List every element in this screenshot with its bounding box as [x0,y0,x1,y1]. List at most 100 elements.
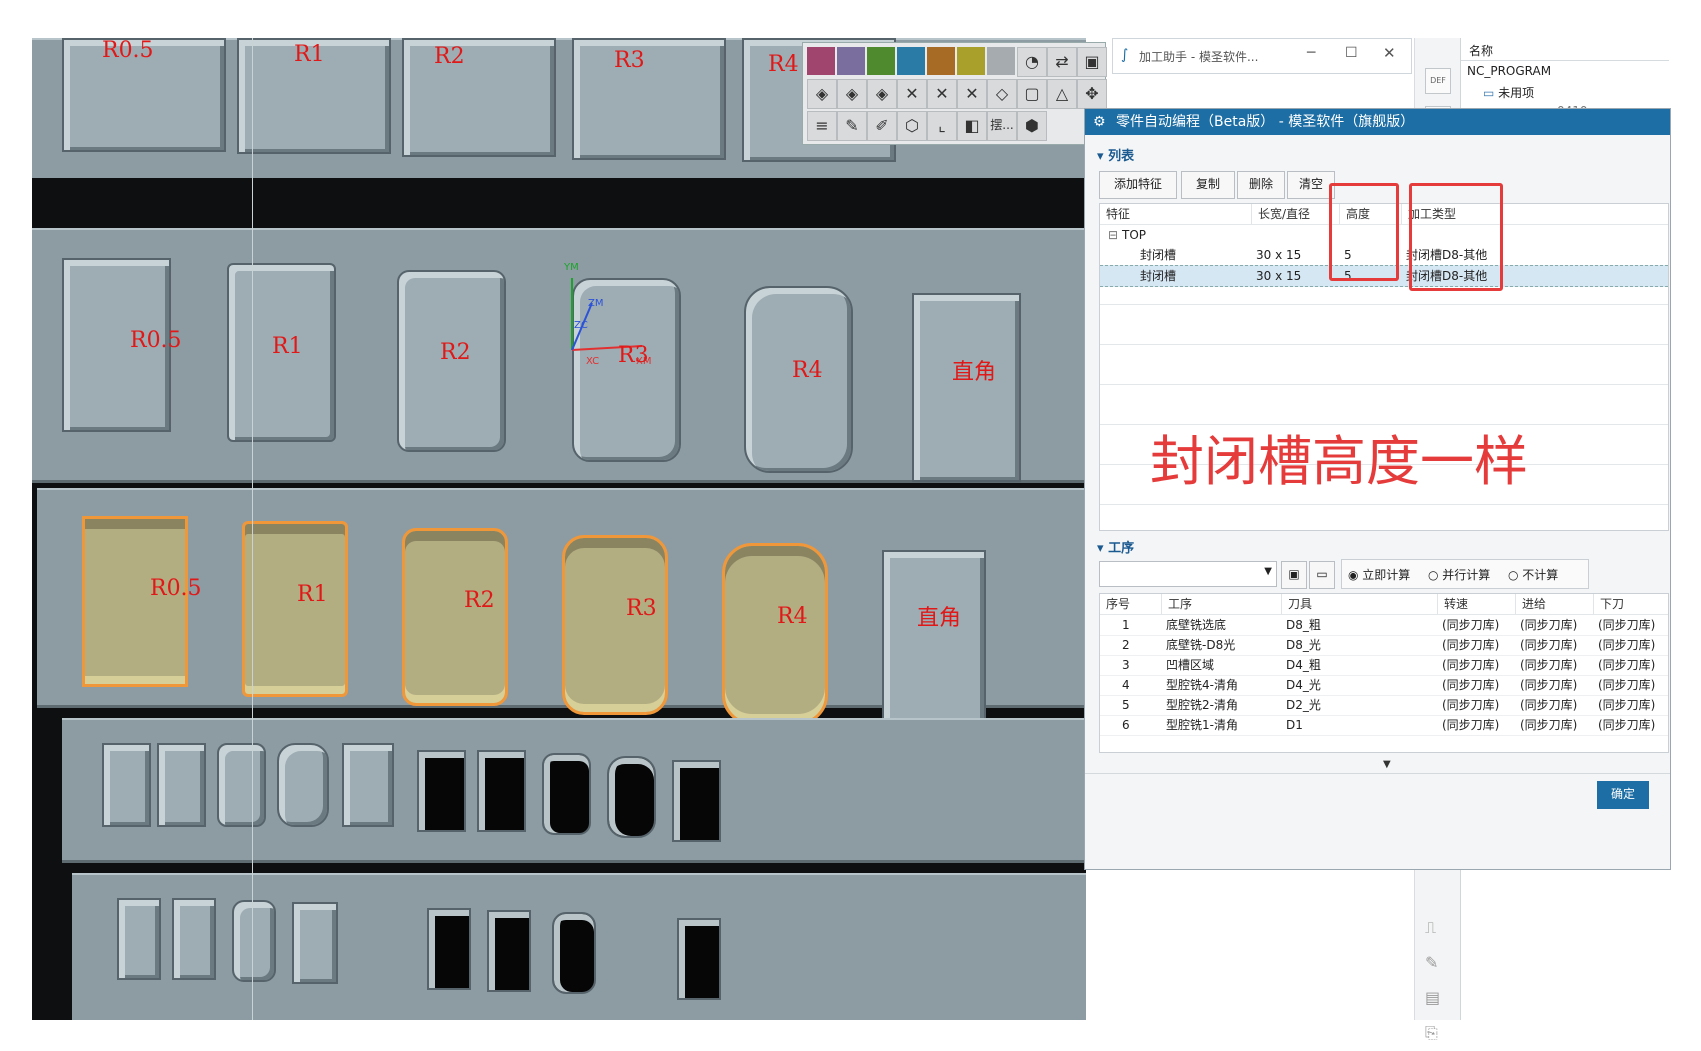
process-row[interactable]: 6 型腔铣1-清角 D1 (同步刀库) (同步刀库) (同步刀库) [1100,715,1668,736]
col-speed[interactable]: 转速 [1438,594,1516,614]
process-row[interactable]: 5 型腔铣2-清角 D2_光 (同步刀库) (同步刀库) (同步刀库) [1100,695,1668,716]
expand-more-icon[interactable]: ▼ [1383,759,1391,770]
layer-icon[interactable]: ◇ [987,79,1017,109]
through-hole-9[interactable] [677,918,721,1000]
corner-icon[interactable]: ⌞ [927,111,957,141]
view-cube-icon-2[interactable]: ◈ [837,79,867,109]
close-icon[interactable]: ✕ [1383,44,1396,62]
color-swatch-7[interactable] [987,47,1015,75]
pocket-r3-top[interactable] [572,38,726,160]
color-swatch-3[interactable] [867,47,895,75]
through-hole-4[interactable] [607,756,656,838]
process-section-header[interactable]: ▾ 工序 [1097,537,1134,556]
col-no[interactable]: 序号 [1100,594,1162,614]
selected-pocket-r2[interactable] [402,528,508,706]
pocket-square-low[interactable] [882,550,986,724]
clear-button[interactable]: 清空 [1287,171,1335,199]
delete-solid-icon[interactable]: ✕ [897,79,927,109]
through-hole-2[interactable] [477,750,526,832]
small-pocket-6[interactable] [117,898,161,980]
pocket-r2-top[interactable] [402,38,556,157]
brush-icon[interactable]: ✐ [867,111,897,141]
color-swatch-5[interactable] [927,47,955,75]
small-pocket-8[interactable] [232,900,276,982]
delete-m5-icon-2[interactable]: ✕ [957,79,987,109]
through-hole-6[interactable] [427,908,471,990]
tree-node-unused[interactable]: ▭ 未用项 [1483,84,1534,101]
col-feature[interactable]: 特征 [1100,204,1252,224]
color-swatch-4[interactable] [897,47,925,75]
small-pocket-7[interactable] [172,898,216,980]
layers-icon[interactable]: ≡ [807,111,837,141]
small-pocket-1[interactable] [102,743,151,827]
ok-button[interactable]: 确定 [1597,781,1649,809]
cad-viewport[interactable]: R0.5 R1 R2 R3 R4 R0.5 R1 R2 R4 直角 YM ZM … [32,38,1086,1020]
selected-pocket-r1[interactable] [242,521,348,697]
camera-icon[interactable]: ▣ [1077,47,1107,77]
col-feed[interactable]: 进给 [1516,594,1594,614]
small-pocket-2[interactable] [157,743,206,827]
col-plunge[interactable]: 下刀 [1594,594,1668,614]
def-icon[interactable]: DEF [1425,68,1451,94]
small-pocket-9[interactable] [292,902,338,984]
edit-icon[interactable]: ✎ [837,111,867,141]
list-section-header[interactable]: ▾ 列表 [1097,145,1134,164]
minimize-icon[interactable]: ─ [1307,45,1315,61]
col-op[interactable]: 工序 [1162,594,1282,614]
label-r05-mid: R0.5 [130,328,182,353]
color-swatch-6[interactable] [957,47,985,75]
small-pocket-5[interactable] [342,743,394,827]
radio-parallel[interactable]: ○ 并行计算 [1428,566,1490,583]
maximize-icon[interactable]: ☐ [1345,45,1358,61]
view-cube-icon-3[interactable]: ◈ [867,79,897,109]
swing-tool[interactable]: 摆... [987,111,1017,141]
warning-icon[interactable]: △ [1047,79,1077,109]
process-row[interactable]: 3 凹槽区域 D4_粗 (同步刀库) (同步刀库) (同步刀库) [1100,655,1668,676]
through-hole-3[interactable] [542,753,591,835]
through-hole-8[interactable] [552,912,596,994]
process-grid[interactable]: 序号 工序 刀具 转速 进给 下刀 1 底壁铣选底 D8_粗 (同步刀库) (同步刀库)… [1099,593,1669,753]
open-folder-icon[interactable]: ▭ [1309,561,1335,589]
pocket-square-mid[interactable] [912,293,1021,482]
through-hole-7[interactable] [487,910,531,992]
move-icon[interactable]: ✥ [1077,79,1107,109]
col-tool[interactable]: 刀具 [1282,594,1438,614]
tree-node-root[interactable]: NC_PROGRAM [1467,64,1551,78]
small-pocket-4[interactable] [277,743,329,827]
color-swatch-1[interactable] [807,47,835,75]
save-icon[interactable]: ▣ [1281,561,1307,589]
tool-icon-4[interactable]: ⎘ [1425,1023,1449,1047]
cube-icon[interactable]: ⬢ [1017,111,1047,141]
tool-icon-2[interactable]: ✎ [1425,953,1449,977]
tool-icon-1[interactable]: ⎍ [1425,918,1449,942]
solid-icon[interactable]: ⬡ [897,111,927,141]
selected-pocket-r05[interactable] [82,516,188,687]
selected-pocket-r3[interactable] [562,535,668,715]
radio-none[interactable]: ○ 不计算 [1508,566,1558,583]
process-row[interactable]: 4 型腔铣4-清角 D4_光 (同步刀库) (同步刀库) (同步刀库) [1100,675,1668,696]
swap-icon[interactable]: ⇄ [1047,47,1077,77]
process-row[interactable]: 2 底壁铣-D8光 D8_光 (同步刀库) (同步刀库) (同步刀库) [1100,635,1668,656]
through-hole-5[interactable] [672,760,721,842]
delete-m5-icon-1[interactable]: ✕ [927,79,957,109]
col-size[interactable]: 长宽/直径 [1252,204,1340,224]
copy-button[interactable]: 复制 [1181,171,1235,199]
delete-button[interactable]: 删除 [1237,171,1285,199]
selected-pocket-r4[interactable] [722,543,828,725]
tree-header[interactable]: 名称 [1461,38,1669,61]
through-hole-1[interactable] [417,750,466,832]
process-template-select[interactable]: ▼ [1099,561,1277,587]
radio-immediate[interactable]: ◉ 立即计算 [1348,566,1410,583]
expand-icon[interactable]: ⊟ [1104,225,1118,245]
measure-icon[interactable]: ◔ [1017,47,1047,77]
view-cube-icon-1[interactable]: ◈ [807,79,837,109]
process-row[interactable]: 1 底壁铣选底 D8_粗 (同步刀库) (同步刀库) (同步刀库) [1100,615,1668,636]
small-pocket-3[interactable] [217,743,266,827]
add-feature-button[interactable]: 添加特征 [1099,171,1177,199]
dialog-titlebar[interactable]: ⚙ 零件自动编程（Beta版） - 模圣软件（旗舰版） [1085,109,1670,135]
box-icon[interactable]: ▢ [1017,79,1047,109]
helper-window-titlebar[interactable]: ∫ 加工助手 - 模圣软件... ─ ☐ ✕ [1112,38,1412,74]
shape-icon[interactable]: ◧ [957,111,987,141]
tool-icon-3[interactable]: ▤ [1425,988,1449,1012]
color-swatch-2[interactable] [837,47,865,75]
